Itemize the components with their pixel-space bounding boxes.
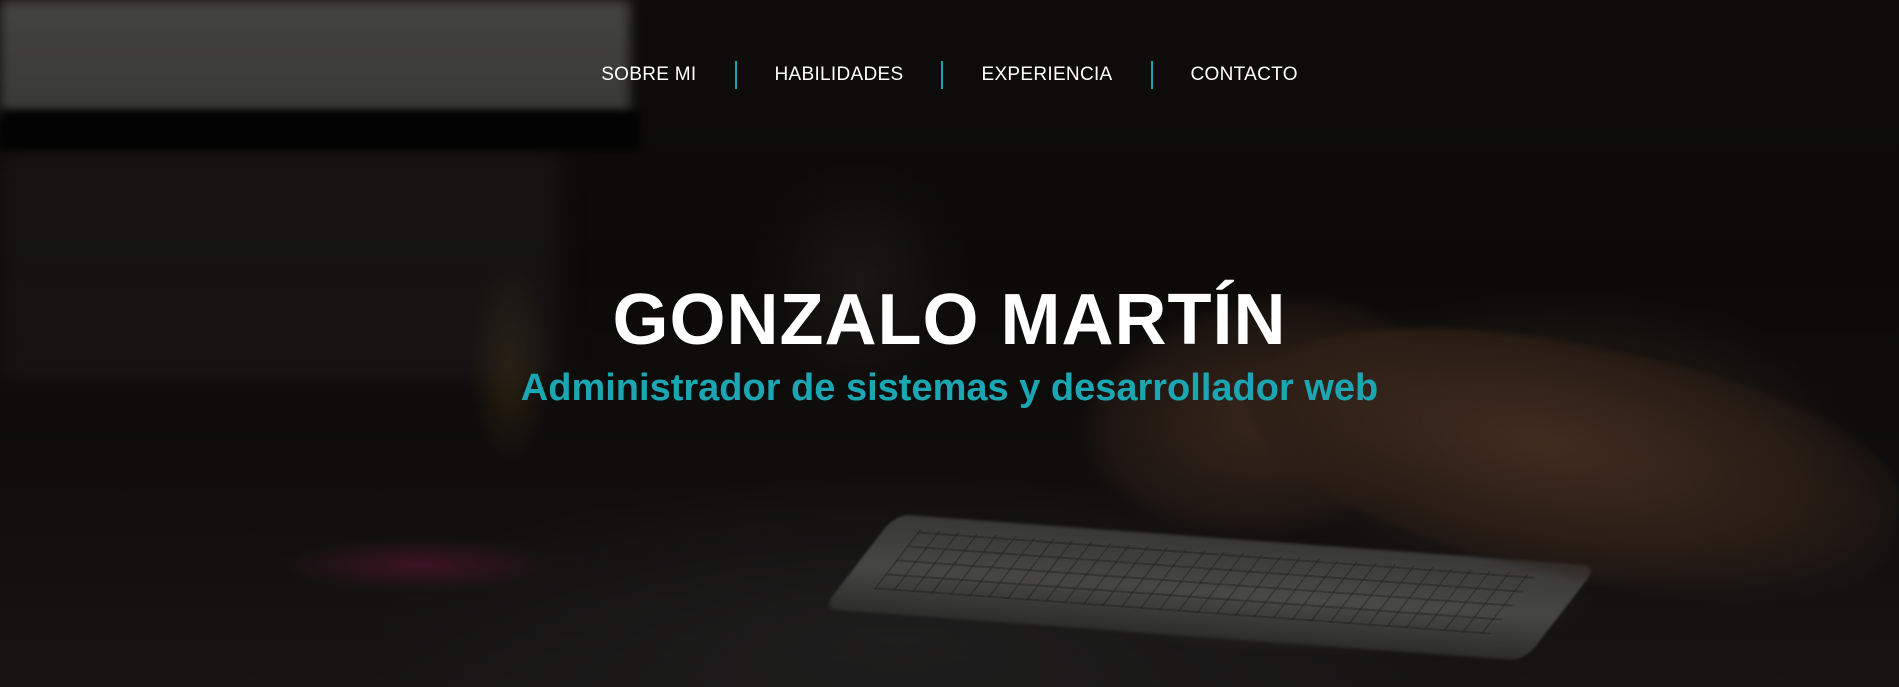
nav-link-sobre-mi[interactable]: SOBRE MI <box>563 58 734 92</box>
main-navigation: SOBRE MI HABILIDADES EXPERIENCIA CONTACT… <box>0 58 1899 92</box>
hero-section: SOBRE MI HABILIDADES EXPERIENCIA CONTACT… <box>0 0 1899 687</box>
hero-text-block: GONZALO MARTÍN Administrador de sistemas… <box>0 282 1899 410</box>
hero-subtitle: Administrador de sistemas y desarrollado… <box>520 367 1379 409</box>
hero-name: GONZALO MARTÍN <box>612 280 1287 360</box>
nav-link-experiencia[interactable]: EXPERIENCIA <box>943 58 1150 92</box>
nav-link-habilidades[interactable]: HABILIDADES <box>737 58 942 92</box>
nav-link-contacto[interactable]: CONTACTO <box>1153 58 1336 92</box>
